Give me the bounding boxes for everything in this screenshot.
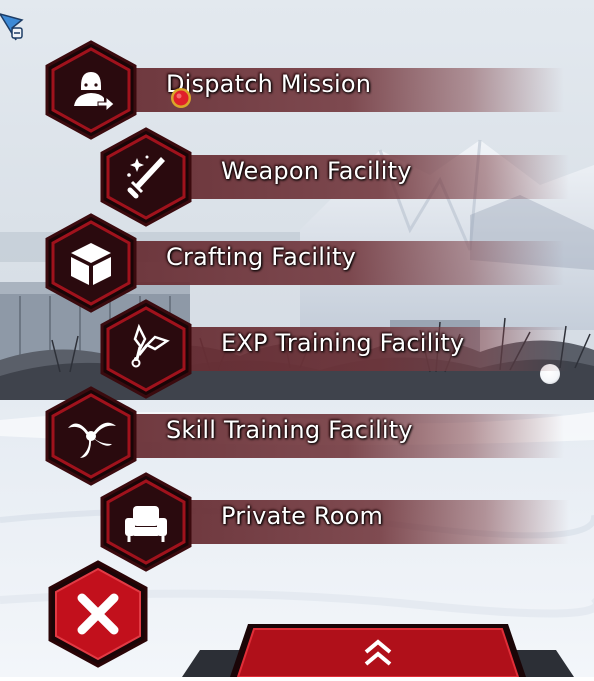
close-button[interactable] (46, 560, 150, 668)
dispatch-person-icon (74, 72, 115, 113)
menu-item-private-room[interactable]: Private Room (99, 472, 569, 572)
menu-item-label: Crafting Facility (166, 243, 357, 271)
crate-icon (71, 243, 111, 285)
menu-item-label: Skill Training Facility (166, 416, 413, 444)
menu-item-skill-training-facility[interactable]: Skill Training Facility (44, 386, 564, 486)
menu-item-label: Weapon Facility (221, 157, 412, 185)
pennant-icon[interactable] (0, 10, 28, 44)
menu-item-label: EXP Training Facility (221, 329, 465, 357)
menu-item-crafting-facility[interactable]: Crafting Facility (44, 213, 564, 313)
close-x-icon (77, 593, 119, 635)
chevron-double-up-icon (364, 639, 392, 666)
menu-item-dispatch-mission[interactable]: Dispatch Mission (44, 40, 564, 140)
armchair-icon (125, 506, 167, 542)
collapse-menu-button[interactable] (182, 620, 574, 678)
kunai-icon (131, 323, 170, 368)
menu-item-label: Dispatch Mission (166, 70, 372, 98)
swirl-icon (68, 422, 116, 458)
menu-item-label: Private Room (221, 502, 384, 530)
menu-item-weapon-facility[interactable]: Weapon Facility (99, 127, 569, 227)
menu-item-exp-training-facility[interactable]: EXP Training Facility (99, 299, 569, 399)
notification-badge (171, 88, 191, 108)
sword-icon (127, 155, 165, 199)
